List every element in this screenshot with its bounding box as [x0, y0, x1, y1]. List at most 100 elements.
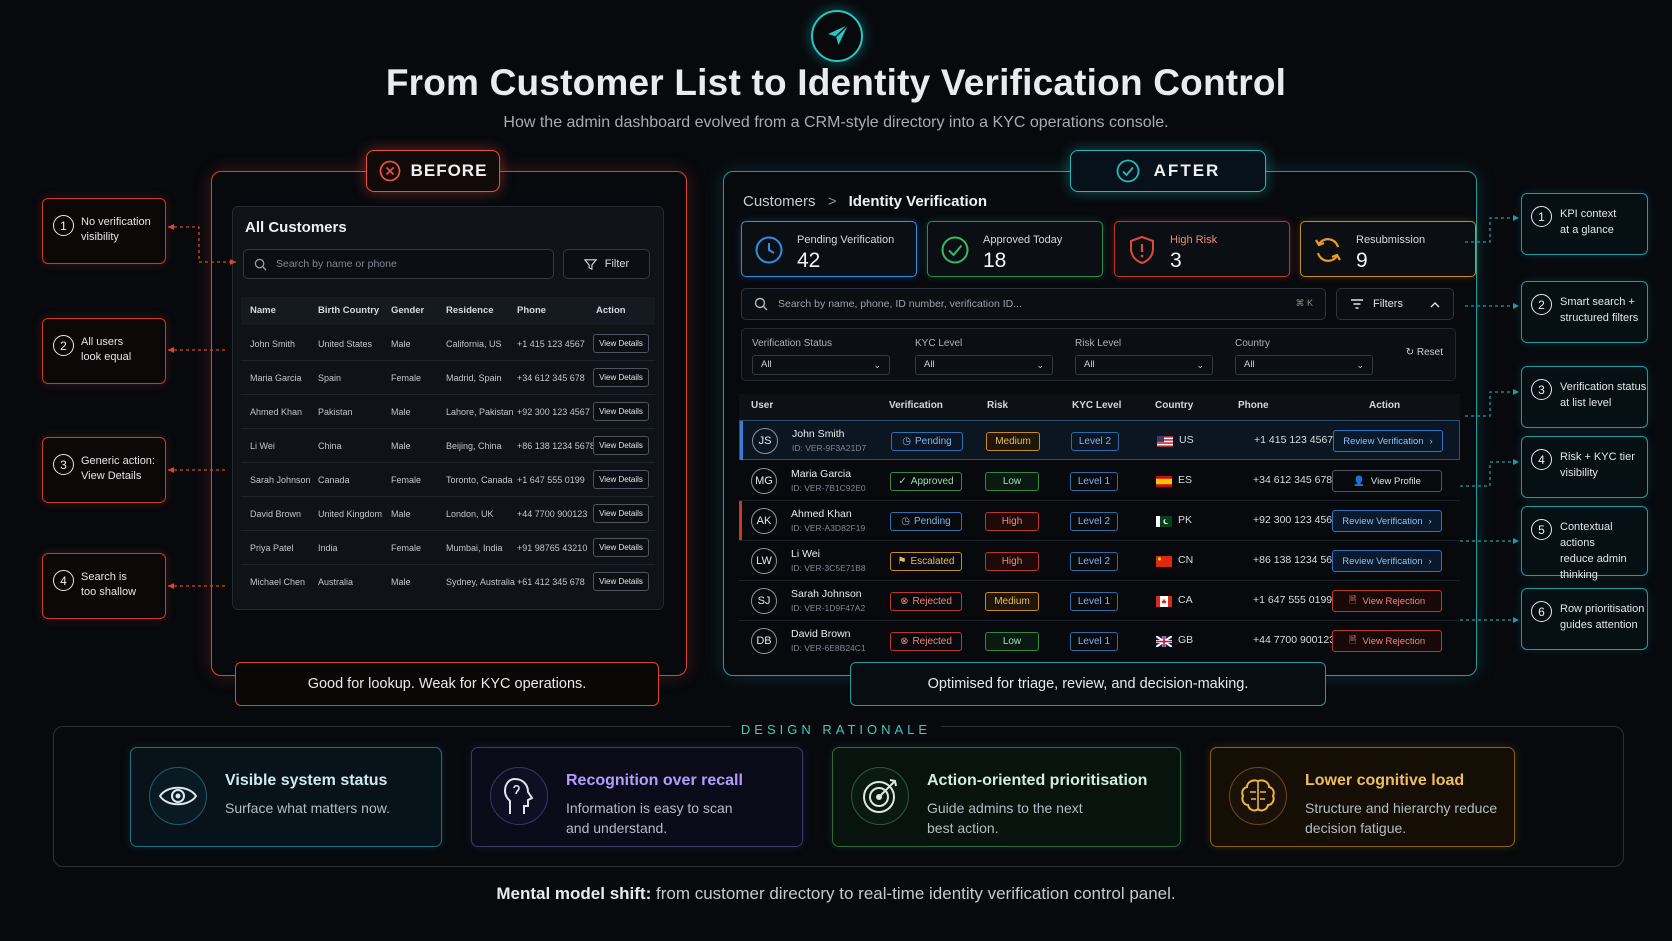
cell-gender: Male	[391, 339, 411, 349]
cell-birth-country: United Kingdom	[318, 509, 383, 519]
review-verification-button[interactable]: Review Verification ›	[1333, 430, 1443, 452]
table-row: David Brown United Kingdom Male London, …	[241, 497, 655, 531]
callout-number: 1	[1531, 206, 1552, 227]
view-details-button[interactable]: View Details	[593, 470, 649, 489]
verification-id: ID: VER-7B1C92E0	[791, 483, 866, 493]
after-col-risk: Risk	[987, 400, 1009, 411]
callout-line: Search is	[81, 571, 127, 583]
filter-select[interactable]: All ⌄	[1075, 355, 1213, 375]
rationale-card-visible-status: Visible system status Surface what matte…	[130, 747, 442, 847]
view-rejection-button[interactable]: 🗎 View Rejection	[1332, 630, 1442, 652]
kpi-pending-verification[interactable]: Pending Verification 42	[741, 221, 917, 277]
table-row[interactable]: AK Ahmed Khan ID: VER-A3D82F19 ◷ Pending …	[739, 501, 1460, 541]
after-search-input[interactable]: Search by name, phone, ID number, verifi…	[741, 288, 1326, 320]
after-callout-5: 5 Contextual actions reduce admin thinking	[1521, 506, 1648, 581]
kpi-resubmission[interactable]: Resubmission 9	[1300, 221, 1476, 277]
verification-id: ID: VER-3C5E71B8	[791, 563, 866, 573]
cell-gender: Female	[391, 373, 422, 383]
filter-select[interactable]: All ⌄	[1235, 355, 1373, 375]
table-row[interactable]: JS John Smith ID: VER-9F3A21D7 ◷ Pending …	[739, 420, 1460, 460]
flag-es-icon	[1156, 476, 1172, 487]
table-row: Priya Patel India Female Mumbai, India +…	[241, 531, 655, 565]
cell-birth-country: China	[318, 441, 342, 451]
filter-country[interactable]: Country All ⌄	[1235, 338, 1373, 375]
view-details-button[interactable]: View Details	[593, 402, 649, 421]
cell-gender: Female	[391, 543, 422, 553]
view-profile-button[interactable]: 👤 View Profile	[1332, 470, 1442, 492]
filter-verification-status[interactable]: Verification Status All ⌄	[752, 338, 890, 375]
table-row[interactable]: SJ Sarah Johnson ID: VER-1D9F47A2 ⊗ Rejec…	[739, 581, 1460, 621]
before-col-action: Action	[596, 305, 626, 316]
cell-phone: +92 300 123 4567	[517, 407, 590, 417]
country-code: US	[1179, 434, 1194, 446]
table-row: Li Wei China Male Beijing, China +86 138…	[241, 429, 655, 463]
table-row[interactable]: MG Maria Garcia ID: VER-7B1C92E0 ✓ Approv…	[739, 461, 1460, 501]
filter-risk-level[interactable]: Risk Level All ⌄	[1075, 338, 1213, 375]
callout-line: Contextual actions	[1560, 521, 1613, 549]
status-text: Pending	[915, 436, 952, 447]
reset-label: Reset	[1416, 347, 1443, 358]
clock-icon: ◷	[901, 516, 911, 527]
callout-line: look equal	[81, 351, 132, 363]
table-row[interactable]: LW Li Wei ID: VER-3C5E71B8 ⚑ Escalated Hi…	[739, 541, 1460, 581]
target-icon	[851, 767, 909, 825]
kpi-approved-today[interactable]: Approved Today 18	[927, 221, 1103, 277]
desc-line: Structure and hierarchy reduce	[1305, 800, 1498, 816]
before-search-input[interactable]: Search by name or phone	[243, 249, 554, 279]
after-table-header: User Verification Risk KYC Level Country…	[739, 394, 1460, 420]
view-details-button[interactable]: View Details	[593, 436, 649, 455]
callout-number: 4	[53, 570, 74, 591]
footer-lead: Mental model shift:	[496, 884, 652, 903]
status-text: Escalated	[910, 556, 955, 567]
avatar: DB	[751, 628, 777, 654]
phone: +34 612 345 678	[1253, 474, 1333, 486]
country-code: CA	[1178, 594, 1193, 606]
cell-phone: +44 7700 900123	[517, 509, 588, 519]
filter-select[interactable]: All ⌄	[752, 355, 890, 375]
filter-kyc-level[interactable]: KYC Level All ⌄	[915, 338, 1053, 375]
callout-number: 2	[53, 335, 74, 356]
filter-select[interactable]: All ⌄	[915, 355, 1053, 375]
filter-lines-icon	[1351, 299, 1363, 309]
flag-gb-icon	[1156, 636, 1172, 647]
before-col-residence: Residence	[446, 305, 494, 316]
status-badge: ⊗ Rejected	[890, 592, 962, 611]
view-details-button[interactable]: View Details	[593, 368, 649, 387]
kpi-value: 18	[983, 249, 1007, 272]
risk-badge: Medium	[985, 592, 1039, 611]
before-filter-button[interactable]: Filter	[563, 249, 650, 279]
rationale-card-cognitive-load: Lower cognitive load Structure and hiera…	[1210, 747, 1515, 847]
chevron-up-icon	[1430, 301, 1440, 307]
after-col-phone: Phone	[1238, 400, 1269, 411]
callout-line: Row prioritisation	[1560, 603, 1645, 615]
table-row[interactable]: DB David Brown ID: VER-6E8B24C1 ⊗ Rejecte…	[739, 621, 1460, 661]
review-verification-button[interactable]: Review Verification ›	[1332, 550, 1442, 572]
chevron-down-icon: ⌄	[1036, 360, 1044, 370]
footer-text: from customer directory to real-time ide…	[651, 884, 1176, 903]
view-rejection-button[interactable]: 🗎 View Rejection	[1332, 590, 1442, 612]
view-details-button[interactable]: View Details	[593, 504, 649, 523]
rationale-card-title: Action-oriented prioritisation	[927, 772, 1148, 789]
reset-button[interactable]: ↻ Reset	[1406, 347, 1443, 358]
callout-text: Verification status at list level	[1560, 379, 1646, 411]
phone: +1 647 555 0199	[1253, 594, 1333, 606]
kpi-high-risk[interactable]: High Risk 3	[1114, 221, 1290, 277]
callout-line: No verification	[81, 216, 151, 228]
phone: +44 7700 900123	[1253, 634, 1336, 646]
cell-phone: +86 138 1234 5678	[517, 441, 595, 451]
view-details-button[interactable]: View Details	[593, 538, 649, 557]
callout-number: 3	[53, 454, 74, 475]
kyc-badge: Level 2	[1070, 552, 1118, 571]
view-details-button[interactable]: View Details	[593, 572, 649, 591]
x-circle-icon	[379, 160, 400, 182]
rationale-card-desc: Information is easy to scan and understan…	[566, 798, 733, 838]
cell-birth-country: United States	[318, 339, 373, 349]
filters-toggle-button[interactable]: Filters	[1336, 288, 1454, 320]
breadcrumb-root[interactable]: Customers	[743, 193, 816, 210]
view-details-button[interactable]: View Details	[593, 334, 649, 353]
review-verification-button[interactable]: Review Verification ›	[1332, 510, 1442, 532]
button-label: Review Verification	[1342, 555, 1423, 567]
button-label: Review Verification	[1342, 515, 1423, 527]
filter-label: Risk Level	[1075, 338, 1122, 349]
chevron-down-icon: ⌄	[873, 360, 881, 370]
